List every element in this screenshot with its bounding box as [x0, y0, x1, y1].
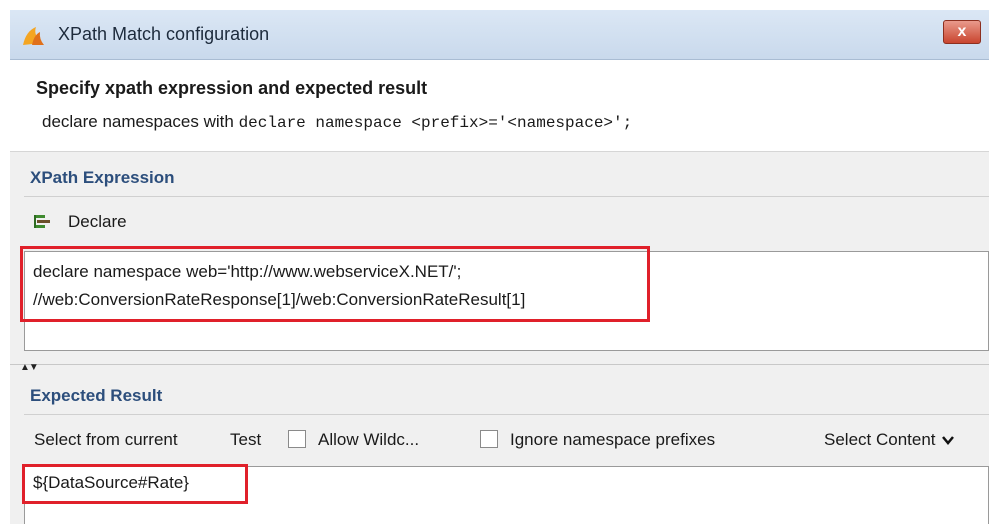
section-divider	[24, 414, 989, 415]
xpath-section-title: XPath Expression	[30, 168, 175, 187]
test-button[interactable]: Test	[230, 430, 261, 450]
soapui-logo-icon	[23, 27, 44, 45]
declare-namespace-icon	[34, 215, 50, 228]
select-content-label: Select Content	[824, 430, 936, 449]
ignore-namespace-checkbox[interactable]	[480, 430, 498, 448]
hint-code: declare namespace <prefix>='<namespace>'…	[238, 114, 633, 132]
xpath-expression-panel: XPath Expression Declare declare namespa…	[10, 152, 989, 364]
declare-label: Declare	[68, 212, 127, 231]
hint-text: declare namespaces with	[42, 112, 234, 131]
expected-section-title: Expected Result	[30, 386, 163, 405]
expected-result-panel: Expected Result Select from current Test…	[10, 376, 989, 524]
close-button[interactable]: x	[943, 20, 981, 44]
allow-wildcards-label[interactable]: Allow Wildc...	[318, 430, 419, 450]
dialog-hint: declare namespaces with declare namespac…	[42, 112, 632, 132]
window-title: XPath Match configuration	[58, 24, 270, 44]
dialog-header: Specify xpath expression and expected re…	[10, 60, 989, 152]
highlight-box	[22, 464, 248, 504]
chevron-down-icon	[942, 436, 955, 445]
select-content-dropdown[interactable]: Select Content	[824, 430, 955, 450]
dialog-heading: Specify xpath expression and expected re…	[36, 78, 428, 98]
highlight-box	[20, 246, 650, 322]
window-titlebar: XPath Match configuration x	[10, 10, 989, 60]
close-icon: x	[957, 23, 967, 40]
allow-wildcards-checkbox[interactable]	[288, 430, 306, 448]
panel-splitter[interactable]: ▲▼	[10, 362, 989, 376]
section-divider	[24, 196, 989, 197]
ignore-namespace-label[interactable]: Ignore namespace prefixes	[510, 430, 715, 450]
splitter-arrows-icon[interactable]: ▲▼	[20, 362, 39, 373]
select-from-current-button[interactable]: Select from current	[34, 430, 178, 450]
